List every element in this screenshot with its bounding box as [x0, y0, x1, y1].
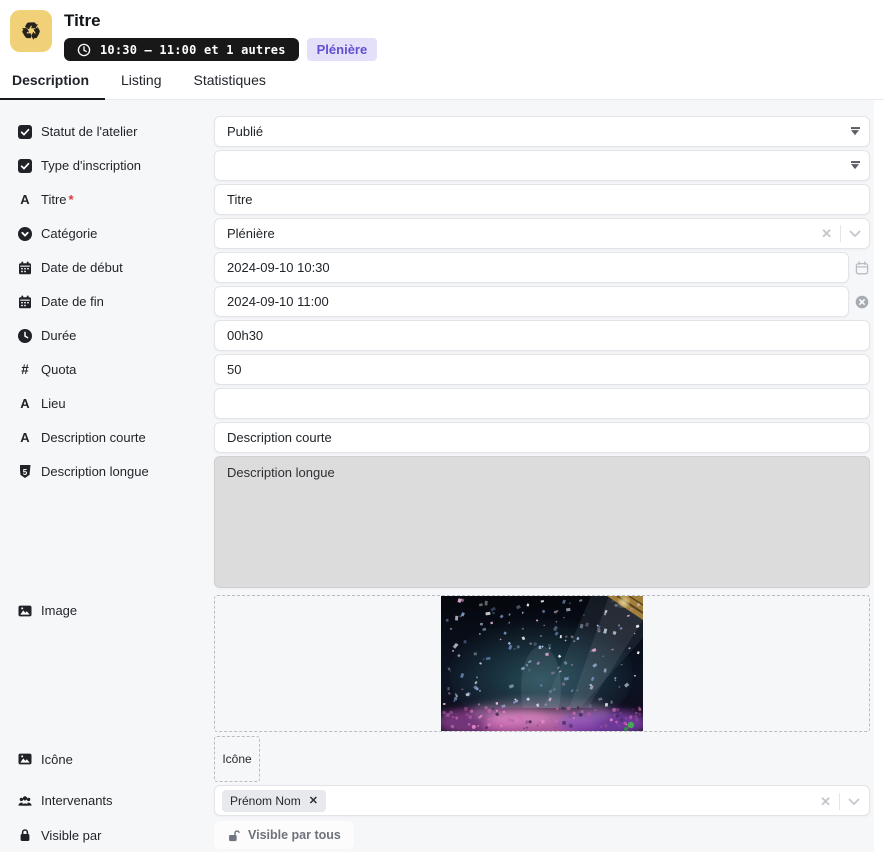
unlock-icon: [227, 829, 240, 842]
tab-statistiques[interactable]: Statistiques: [193, 70, 265, 99]
field-label-duree: Durée: [0, 328, 214, 343]
clock-icon: [77, 43, 91, 57]
field-label-statut: Statut de l'atelier: [0, 124, 214, 139]
chevron-down-icon[interactable]: [848, 798, 860, 806]
hash-icon: #: [18, 362, 32, 377]
clear-circle-icon[interactable]: [855, 295, 869, 309]
chevron-down-icon[interactable]: [849, 230, 861, 238]
field-row-type-inscription: Type d'inscription: [0, 150, 870, 181]
text-field-icon: A: [18, 192, 32, 207]
calendar-icon: [18, 295, 32, 309]
field-label-visible-par: Visible par: [0, 828, 214, 843]
calendar-icon: [18, 261, 32, 275]
check-square-icon: [18, 159, 32, 173]
image-dropzone[interactable]: [214, 595, 870, 732]
lieu-input[interactable]: [214, 388, 870, 419]
workshop-recycle-icon: ♻: [10, 10, 52, 52]
field-row-icone: Icône Icône: [0, 736, 870, 782]
field-row-date-fin: Date de fin: [0, 286, 870, 317]
page-header: ♻ Titre 10:30 – 11:00 et 1 autres Pléniè…: [0, 0, 884, 100]
field-label-lieu: A Lieu: [0, 396, 214, 411]
field-label-type-inscription: Type d'inscription: [0, 158, 214, 173]
image-icon: [18, 752, 32, 766]
categorie-select[interactable]: [214, 218, 870, 249]
caret-down-circle-icon: [18, 227, 32, 241]
field-label-intervenants: Intervenants: [0, 793, 214, 808]
field-row-duree: Durée: [0, 320, 870, 351]
check-square-icon: [18, 125, 32, 139]
field-row-lieu: A Lieu: [0, 388, 870, 419]
type-inscription-select[interactable]: [214, 150, 870, 181]
description-longue-textarea[interactable]: Description longue: [214, 456, 870, 588]
text-field-icon: A: [18, 430, 32, 445]
date-debut-input[interactable]: [214, 252, 849, 283]
separator: [840, 225, 841, 242]
field-row-date-debut: Date de début: [0, 252, 870, 283]
field-label-description-courte: A Description courte: [0, 430, 214, 445]
page-title: Titre: [64, 11, 377, 31]
visible-par-value: Visible par tous: [248, 828, 341, 842]
time-badge: 10:30 – 11:00 et 1 autres: [64, 38, 299, 61]
tab-bar: Description Listing Statistiques: [0, 61, 884, 100]
image-icon: [18, 604, 32, 618]
html5-shield-icon: 5: [20, 465, 31, 478]
titre-input[interactable]: [214, 184, 870, 215]
separator: [839, 793, 840, 810]
field-row-visible-par: Visible par Visible par tous: [0, 821, 870, 849]
badge-row: 10:30 – 11:00 et 1 autres Plénière: [64, 38, 377, 61]
duree-input[interactable]: [214, 320, 870, 351]
intervenant-tag-label: Prénom Nom: [230, 794, 301, 808]
workshop-form: Statut de l'atelier Type d'inscription A…: [0, 100, 874, 852]
field-row-statut: Statut de l'atelier: [0, 116, 870, 147]
statut-select[interactable]: [214, 116, 870, 147]
icone-dropzone[interactable]: Icône: [214, 736, 260, 782]
tab-listing[interactable]: Listing: [121, 70, 161, 99]
clear-icon[interactable]: ✕: [821, 226, 832, 242]
field-label-image: Image: [0, 595, 214, 618]
users-icon: [18, 794, 32, 808]
field-label-date-debut: Date de début: [0, 260, 214, 275]
field-label-description-longue: 5 Description longue: [0, 456, 214, 479]
intervenant-tag: Prénom Nom ✕: [222, 790, 326, 812]
clock-fill-icon: [18, 329, 32, 343]
intervenants-select[interactable]: Prénom Nom ✕ ✕: [214, 785, 870, 816]
select-caret-icon[interactable]: [851, 127, 860, 136]
field-row-intervenants: Intervenants Prénom Nom ✕ ✕: [0, 785, 870, 816]
quota-input[interactable]: [214, 354, 870, 385]
visible-par-button[interactable]: Visible par tous: [214, 821, 354, 849]
icone-dropzone-label: Icône: [222, 752, 251, 766]
field-row-titre: A Titre *: [0, 184, 870, 215]
clear-icon[interactable]: ✕: [820, 794, 831, 810]
tab-description[interactable]: Description: [12, 70, 89, 99]
field-label-icone: Icône: [0, 752, 214, 767]
text-field-icon: A: [18, 396, 32, 411]
field-row-description-courte: A Description courte: [0, 422, 870, 453]
lock-icon: [18, 828, 32, 842]
field-row-categorie: Catégorie ✕: [0, 218, 870, 249]
field-label-date-fin: Date de fin: [0, 294, 214, 309]
required-asterisk: *: [69, 192, 74, 207]
field-row-description-longue: 5 Description longue Description longue: [0, 456, 870, 588]
field-label-titre: A Titre *: [0, 192, 214, 207]
field-label-categorie: Catégorie: [0, 226, 214, 241]
select-caret-icon[interactable]: [851, 161, 860, 170]
image-preview[interactable]: [441, 596, 643, 731]
remove-tag-icon[interactable]: ✕: [309, 794, 318, 807]
time-badge-label: 10:30 – 11:00 et 1 autres: [100, 43, 286, 57]
category-badge: Plénière: [307, 38, 378, 61]
description-courte-input[interactable]: [214, 422, 870, 453]
field-row-quota: # Quota: [0, 354, 870, 385]
datepicker-calendar-icon[interactable]: [855, 261, 869, 275]
field-label-quota: # Quota: [0, 362, 214, 377]
field-row-image: Image: [0, 595, 870, 732]
date-fin-input[interactable]: [214, 286, 849, 317]
